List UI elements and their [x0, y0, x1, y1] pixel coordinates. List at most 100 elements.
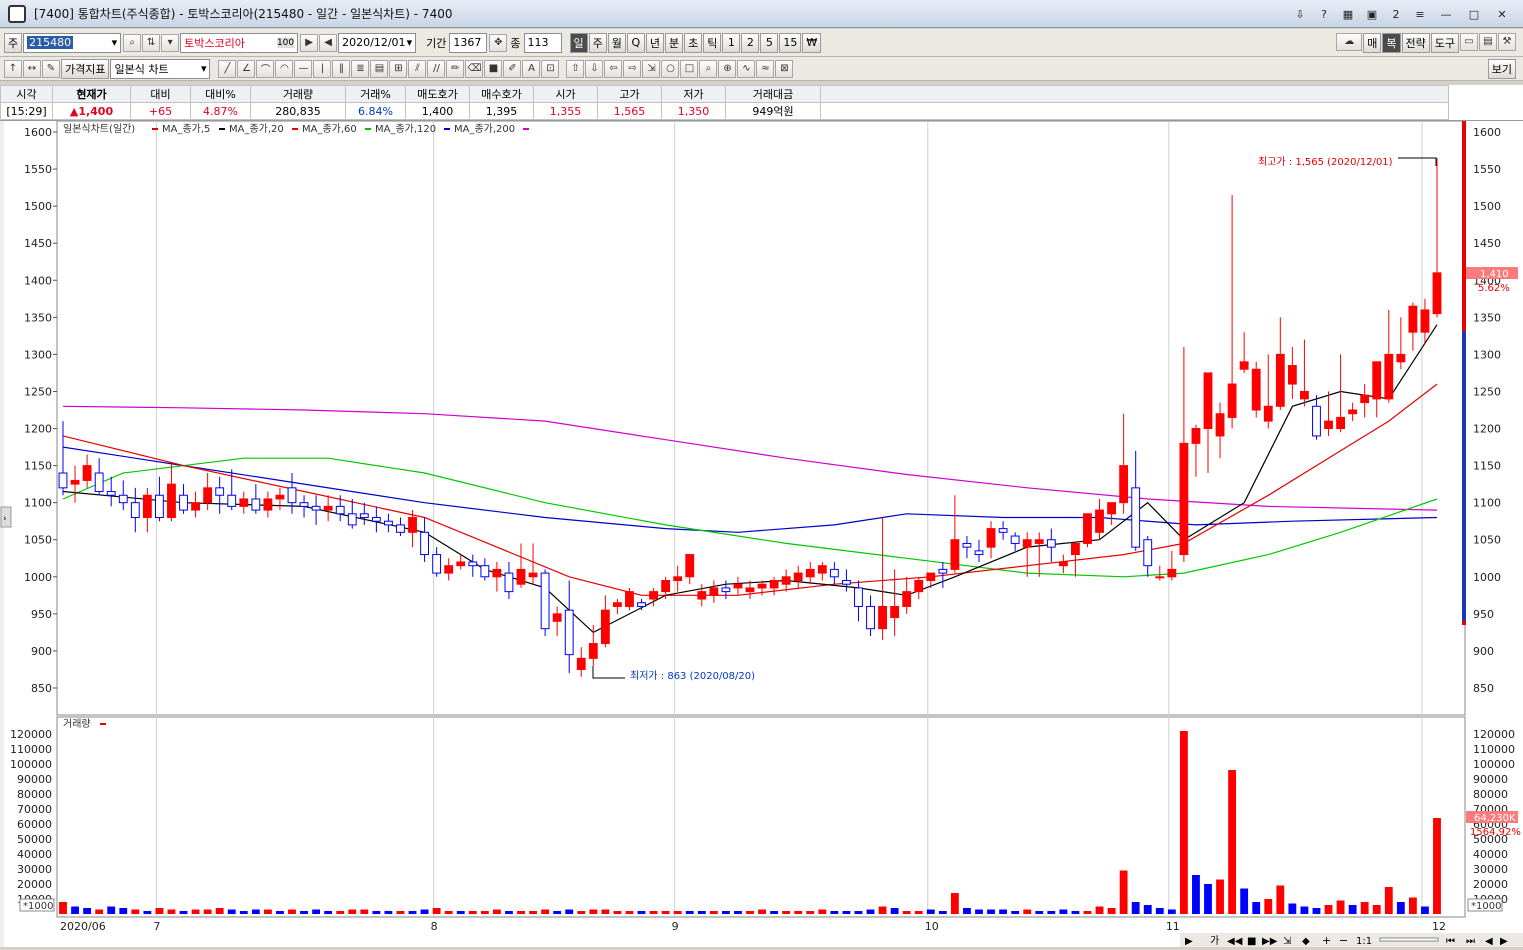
maximize-button[interactable]: □ [1461, 4, 1487, 24]
wrench-icon[interactable]: ⚒ [1498, 32, 1516, 51]
eraser-icon[interactable]: ⌫ [465, 59, 484, 78]
indicator-button[interactable]: 가격지표 [61, 58, 110, 79]
chevron-down-icon[interactable]: ▾ [112, 36, 118, 49]
sort-icon[interactable]: ⇅ [142, 33, 161, 52]
pencil-icon[interactable]: ✏ [446, 59, 465, 78]
zoom-out-icon[interactable]: ◆ [1302, 936, 1310, 947]
magnifier-icon[interactable]: ⌕ [699, 59, 718, 78]
circle-icon[interactable]: ○ [661, 59, 680, 78]
zoom-in-icon[interactable]: + [1322, 934, 1331, 947]
stock-code-input[interactable]: 215480 ▾ [23, 32, 122, 53]
angle-line-icon[interactable]: ∠ [237, 59, 256, 78]
fit-icon[interactable]: ⇲ [1283, 936, 1292, 947]
cycle-lines-icon[interactable]: ‖ [332, 59, 351, 78]
gann-icon[interactable]: ⊞ [389, 59, 408, 78]
expand-icon[interactable]: ⇲ [642, 59, 661, 78]
interval-5-button[interactable]: 5 [760, 32, 779, 53]
arrow-left-icon[interactable]: ⇦ [604, 59, 623, 78]
interval-1-button[interactable]: 1 [722, 32, 741, 53]
search-icon[interactable]: ⌕ [123, 33, 142, 52]
tools-button[interactable]: 도구 [1430, 32, 1459, 53]
stock-name-field[interactable]: 토박스코리아 100 [180, 32, 299, 53]
crosshair-icon[interactable]: ✥ [489, 33, 508, 52]
period-year-button[interactable]: 년 [645, 32, 664, 53]
screen-count-button[interactable]: 2 [1385, 4, 1407, 24]
period-day-button[interactable]: 일 [569, 32, 588, 53]
period-tick-button[interactable]: 틱 [703, 32, 722, 53]
fibonacci-icon[interactable]: ≣ [351, 59, 370, 78]
prev-arrow-icon[interactable]: ◀ [319, 33, 338, 52]
chart-svg[interactable]: 850 850 900 900 950 950 1000 1000 1050 1050 1100 11… [0, 120, 1523, 947]
strategy-button[interactable]: 전략 [1401, 32, 1430, 53]
square-icon[interactable]: □ [680, 59, 699, 78]
edit-icon[interactable]: ✎ [42, 59, 60, 78]
zoom-slider[interactable] [1379, 937, 1439, 942]
arrow-down-icon[interactable]: ⇩ [585, 59, 604, 78]
text-icon[interactable]: A [522, 59, 541, 78]
date-input[interactable]: 2020/12/01 ▾ [338, 32, 417, 53]
play-icon[interactable]: ▶ [1185, 936, 1193, 947]
channel-icon[interactable]: ⫽ [408, 59, 427, 78]
interval-2-button[interactable]: 2 [741, 32, 760, 53]
magnifier-plus-icon[interactable]: ⊕ [718, 59, 737, 78]
first-page-icon[interactable]: ⏮ [1446, 936, 1455, 947]
horizontal-line-icon[interactable]: — [294, 59, 313, 78]
vertical-line-icon[interactable]: | [313, 59, 332, 78]
period-quarter-button[interactable]: Q [626, 32, 645, 53]
delete-all-icon[interactable]: ⊠ [775, 59, 794, 78]
period-input[interactable]: 1367 [449, 32, 488, 53]
zoom-area-icon[interactable]: ⊡ [541, 59, 560, 78]
currency-button[interactable]: ₩ [802, 32, 822, 53]
cursor-icon[interactable]: ↑ [4, 59, 22, 78]
brush-icon[interactable]: ✐ [503, 59, 522, 78]
period-minute-button[interactable]: 분 [665, 32, 684, 53]
arc-icon[interactable]: ⌒ [256, 59, 275, 78]
grid-lines-icon[interactable]: ▤ [370, 59, 389, 78]
color-icon[interactable]: ■ [484, 59, 503, 78]
chart-type-select[interactable]: 일본식 차트 ▾ [110, 58, 211, 79]
scroll-right-icon[interactable]: ▶ [1500, 936, 1508, 947]
fan-icon[interactable]: ◠ [275, 59, 294, 78]
link-icon[interactable]: ⇩ [1289, 4, 1311, 24]
pin-icon[interactable]: ▣ [1361, 4, 1383, 24]
horizontal-arrows-icon[interactable]: ↔ [23, 59, 41, 78]
next-arrow-icon[interactable]: ▶ [300, 33, 319, 52]
last-page-icon[interactable]: ⏭ [1466, 936, 1475, 947]
chart-area[interactable]: 850 850 900 900 950 950 1000 1000 1050 1050 1100 11… [0, 120, 1523, 947]
folder-icon[interactable]: ▭ [1460, 32, 1478, 51]
market-select[interactable]: 주 [4, 32, 23, 53]
rewind-icon[interactable]: ◀◀ [1227, 936, 1243, 947]
period-week-button[interactable]: 주 [588, 32, 607, 53]
period-month-button[interactable]: 월 [607, 32, 626, 53]
wave-icon[interactable]: ∿ [737, 59, 756, 78]
arrow-right-icon[interactable]: ⇨ [623, 59, 642, 78]
help-button[interactable]: ? [1313, 4, 1335, 24]
chevron-down-icon[interactable]: ▾ [407, 36, 413, 49]
price-panel[interactable] [56, 120, 1466, 716]
tile-icon[interactable]: ▦ [1337, 4, 1359, 24]
zoom-reset-icon[interactable]: − [1339, 934, 1348, 947]
volume-panel[interactable] [56, 716, 1466, 918]
arrow-up-icon[interactable]: ⇧ [566, 59, 585, 78]
chevron-right-icon[interactable]: › [3, 514, 7, 524]
minimize-button[interactable]: — [1433, 4, 1459, 24]
trendline-icon[interactable]: ╱ [218, 59, 237, 78]
menu-icon[interactable]: ≡ [1409, 4, 1431, 24]
chevron-down-icon[interactable]: ▾ [201, 62, 207, 75]
scroll-left-icon[interactable]: ◀ [1485, 936, 1493, 947]
fast-forward-icon[interactable]: ▶▶ [1262, 936, 1278, 947]
cloud-icon[interactable]: ☁ [1336, 32, 1363, 51]
period-second-button[interactable]: 초 [684, 32, 703, 53]
close-button[interactable]: ✕ [1489, 4, 1515, 24]
parallel-lines-icon[interactable]: // [427, 59, 446, 78]
restore-button[interactable]: 복 [1382, 32, 1401, 53]
period-jump-icon[interactable]: 가 [1210, 935, 1219, 947]
count-input[interactable]: 113 [523, 32, 562, 53]
waveform-icon[interactable]: ≈ [756, 59, 775, 78]
interval-15-button[interactable]: 15 [779, 32, 802, 53]
stop-icon[interactable]: ■ [1247, 936, 1256, 947]
view-button[interactable]: 보기 [1487, 58, 1516, 79]
trade-button[interactable]: 매 [1363, 32, 1382, 53]
save-icon[interactable]: ▤ [1479, 32, 1497, 51]
chevron-down-icon[interactable]: ▾ [161, 33, 180, 52]
